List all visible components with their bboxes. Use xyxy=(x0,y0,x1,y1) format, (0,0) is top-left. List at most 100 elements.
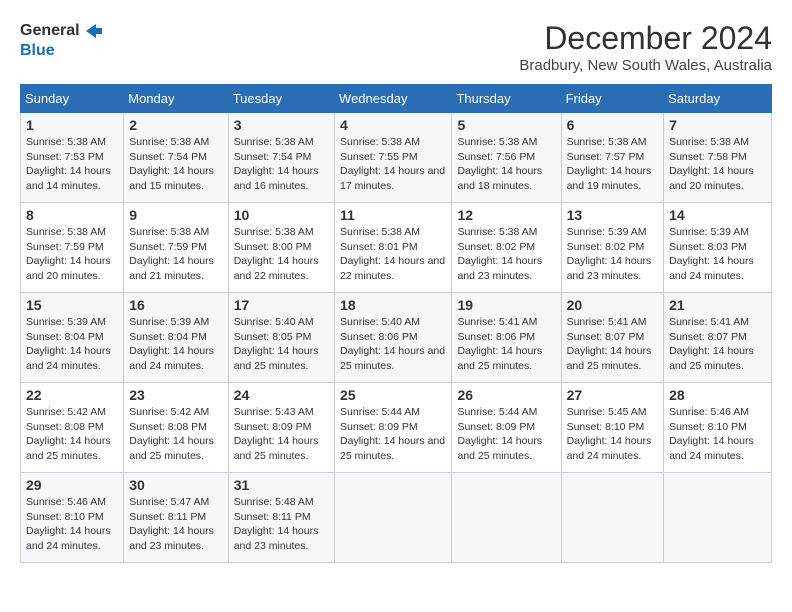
day-number: 13 xyxy=(567,207,659,223)
day-number: 22 xyxy=(26,387,118,403)
day-info: Sunrise: 5:42 AMSunset: 8:08 PMDaylight:… xyxy=(26,406,111,462)
day-info: Sunrise: 5:44 AMSunset: 8:09 PMDaylight:… xyxy=(457,406,542,462)
header-friday: Friday xyxy=(561,85,664,113)
day-info: Sunrise: 5:41 AMSunset: 8:07 PMDaylight:… xyxy=(567,316,652,372)
day-info: Sunrise: 5:47 AMSunset: 8:11 PMDaylight:… xyxy=(129,496,214,552)
calendar-cell: 2 Sunrise: 5:38 AMSunset: 7:54 PMDayligh… xyxy=(124,113,228,203)
day-info: Sunrise: 5:43 AMSunset: 8:09 PMDaylight:… xyxy=(234,406,319,462)
header-tuesday: Tuesday xyxy=(228,85,334,113)
day-info: Sunrise: 5:38 AMSunset: 7:54 PMDaylight:… xyxy=(129,136,214,192)
day-number: 29 xyxy=(26,477,118,493)
day-number: 19 xyxy=(457,297,555,313)
day-number: 21 xyxy=(669,297,766,313)
calendar-cell: 24 Sunrise: 5:43 AMSunset: 8:09 PMDaylig… xyxy=(228,383,334,473)
day-info: Sunrise: 5:38 AMSunset: 7:59 PMDaylight:… xyxy=(26,226,111,282)
calendar-week-row: 22 Sunrise: 5:42 AMSunset: 8:08 PMDaylig… xyxy=(21,383,772,473)
calendar-cell: 20 Sunrise: 5:41 AMSunset: 8:07 PMDaylig… xyxy=(561,293,664,383)
day-info: Sunrise: 5:44 AMSunset: 8:09 PMDaylight:… xyxy=(340,406,445,462)
calendar-cell: 23 Sunrise: 5:42 AMSunset: 8:08 PMDaylig… xyxy=(124,383,228,473)
day-number: 25 xyxy=(340,387,446,403)
day-info: Sunrise: 5:48 AMSunset: 8:11 PMDaylight:… xyxy=(234,496,319,552)
calendar-cell: 29 Sunrise: 5:46 AMSunset: 8:10 PMDaylig… xyxy=(21,473,124,563)
calendar-cell xyxy=(664,473,772,563)
calendar-table: Sunday Monday Tuesday Wednesday Thursday… xyxy=(20,84,772,563)
calendar-week-row: 29 Sunrise: 5:46 AMSunset: 8:10 PMDaylig… xyxy=(21,473,772,563)
day-info: Sunrise: 5:45 AMSunset: 8:10 PMDaylight:… xyxy=(567,406,652,462)
day-number: 15 xyxy=(26,297,118,313)
day-info: Sunrise: 5:38 AMSunset: 8:01 PMDaylight:… xyxy=(340,226,445,282)
calendar-cell: 7 Sunrise: 5:38 AMSunset: 7:58 PMDayligh… xyxy=(664,113,772,203)
day-info: Sunrise: 5:39 AMSunset: 8:02 PMDaylight:… xyxy=(567,226,652,282)
day-number: 8 xyxy=(26,207,118,223)
day-number: 1 xyxy=(26,117,118,133)
calendar-cell: 27 Sunrise: 5:45 AMSunset: 8:10 PMDaylig… xyxy=(561,383,664,473)
calendar-cell: 8 Sunrise: 5:38 AMSunset: 7:59 PMDayligh… xyxy=(21,203,124,293)
day-number: 11 xyxy=(340,207,446,223)
day-info: Sunrise: 5:38 AMSunset: 7:57 PMDaylight:… xyxy=(567,136,652,192)
calendar-cell: 21 Sunrise: 5:41 AMSunset: 8:07 PMDaylig… xyxy=(664,293,772,383)
calendar-cell: 12 Sunrise: 5:38 AMSunset: 8:02 PMDaylig… xyxy=(452,203,561,293)
day-info: Sunrise: 5:46 AMSunset: 8:10 PMDaylight:… xyxy=(26,496,111,552)
day-number: 10 xyxy=(234,207,329,223)
calendar-cell: 28 Sunrise: 5:46 AMSunset: 8:10 PMDaylig… xyxy=(664,383,772,473)
calendar-cell: 30 Sunrise: 5:47 AMSunset: 8:11 PMDaylig… xyxy=(124,473,228,563)
day-number: 30 xyxy=(129,477,222,493)
header-saturday: Saturday xyxy=(664,85,772,113)
day-number: 18 xyxy=(340,297,446,313)
calendar-week-row: 15 Sunrise: 5:39 AMSunset: 8:04 PMDaylig… xyxy=(21,293,772,383)
day-info: Sunrise: 5:38 AMSunset: 7:59 PMDaylight:… xyxy=(129,226,214,282)
day-number: 4 xyxy=(340,117,446,133)
calendar-week-row: 1 Sunrise: 5:38 AMSunset: 7:53 PMDayligh… xyxy=(21,113,772,203)
calendar-cell xyxy=(561,473,664,563)
calendar-cell: 16 Sunrise: 5:39 AMSunset: 8:04 PMDaylig… xyxy=(124,293,228,383)
logo: General Blue xyxy=(20,20,104,60)
day-info: Sunrise: 5:38 AMSunset: 8:02 PMDaylight:… xyxy=(457,226,542,282)
day-info: Sunrise: 5:39 AMSunset: 8:04 PMDaylight:… xyxy=(26,316,111,372)
logo-arrow-icon xyxy=(82,20,104,42)
day-info: Sunrise: 5:46 AMSunset: 8:10 PMDaylight:… xyxy=(669,406,754,462)
day-info: Sunrise: 5:42 AMSunset: 8:08 PMDaylight:… xyxy=(129,406,214,462)
header-section: General Blue December 2024 Bradbury, New… xyxy=(20,20,772,74)
calendar-cell: 17 Sunrise: 5:40 AMSunset: 8:05 PMDaylig… xyxy=(228,293,334,383)
day-info: Sunrise: 5:38 AMSunset: 8:00 PMDaylight:… xyxy=(234,226,319,282)
day-info: Sunrise: 5:38 AMSunset: 7:53 PMDaylight:… xyxy=(26,136,111,192)
day-info: Sunrise: 5:38 AMSunset: 7:54 PMDaylight:… xyxy=(234,136,319,192)
month-title: December 2024 xyxy=(519,20,772,57)
calendar-cell: 3 Sunrise: 5:38 AMSunset: 7:54 PMDayligh… xyxy=(228,113,334,203)
day-info: Sunrise: 5:41 AMSunset: 8:07 PMDaylight:… xyxy=(669,316,754,372)
calendar-cell: 26 Sunrise: 5:44 AMSunset: 8:09 PMDaylig… xyxy=(452,383,561,473)
day-number: 27 xyxy=(567,387,659,403)
day-info: Sunrise: 5:39 AMSunset: 8:03 PMDaylight:… xyxy=(669,226,754,282)
day-number: 31 xyxy=(234,477,329,493)
calendar-cell: 13 Sunrise: 5:39 AMSunset: 8:02 PMDaylig… xyxy=(561,203,664,293)
header-thursday: Thursday xyxy=(452,85,561,113)
day-number: 6 xyxy=(567,117,659,133)
day-number: 7 xyxy=(669,117,766,133)
day-number: 24 xyxy=(234,387,329,403)
calendar-cell: 4 Sunrise: 5:38 AMSunset: 7:55 PMDayligh… xyxy=(335,113,452,203)
calendar-cell: 6 Sunrise: 5:38 AMSunset: 7:57 PMDayligh… xyxy=(561,113,664,203)
calendar-cell: 1 Sunrise: 5:38 AMSunset: 7:53 PMDayligh… xyxy=(21,113,124,203)
day-info: Sunrise: 5:38 AMSunset: 7:58 PMDaylight:… xyxy=(669,136,754,192)
day-info: Sunrise: 5:41 AMSunset: 8:06 PMDaylight:… xyxy=(457,316,542,372)
header-monday: Monday xyxy=(124,85,228,113)
calendar-cell xyxy=(452,473,561,563)
header-sunday: Sunday xyxy=(21,85,124,113)
day-number: 2 xyxy=(129,117,222,133)
calendar-cell: 15 Sunrise: 5:39 AMSunset: 8:04 PMDaylig… xyxy=(21,293,124,383)
calendar-cell xyxy=(335,473,452,563)
day-number: 14 xyxy=(669,207,766,223)
day-info: Sunrise: 5:39 AMSunset: 8:04 PMDaylight:… xyxy=(129,316,214,372)
calendar-cell: 18 Sunrise: 5:40 AMSunset: 8:06 PMDaylig… xyxy=(335,293,452,383)
day-number: 26 xyxy=(457,387,555,403)
day-number: 20 xyxy=(567,297,659,313)
calendar-cell: 22 Sunrise: 5:42 AMSunset: 8:08 PMDaylig… xyxy=(21,383,124,473)
day-number: 3 xyxy=(234,117,329,133)
calendar-cell: 10 Sunrise: 5:38 AMSunset: 8:00 PMDaylig… xyxy=(228,203,334,293)
location-title: Bradbury, New South Wales, Australia xyxy=(519,57,772,74)
header-wednesday: Wednesday xyxy=(335,85,452,113)
day-number: 17 xyxy=(234,297,329,313)
calendar-cell: 9 Sunrise: 5:38 AMSunset: 7:59 PMDayligh… xyxy=(124,203,228,293)
calendar-cell: 14 Sunrise: 5:39 AMSunset: 8:03 PMDaylig… xyxy=(664,203,772,293)
day-number: 12 xyxy=(457,207,555,223)
